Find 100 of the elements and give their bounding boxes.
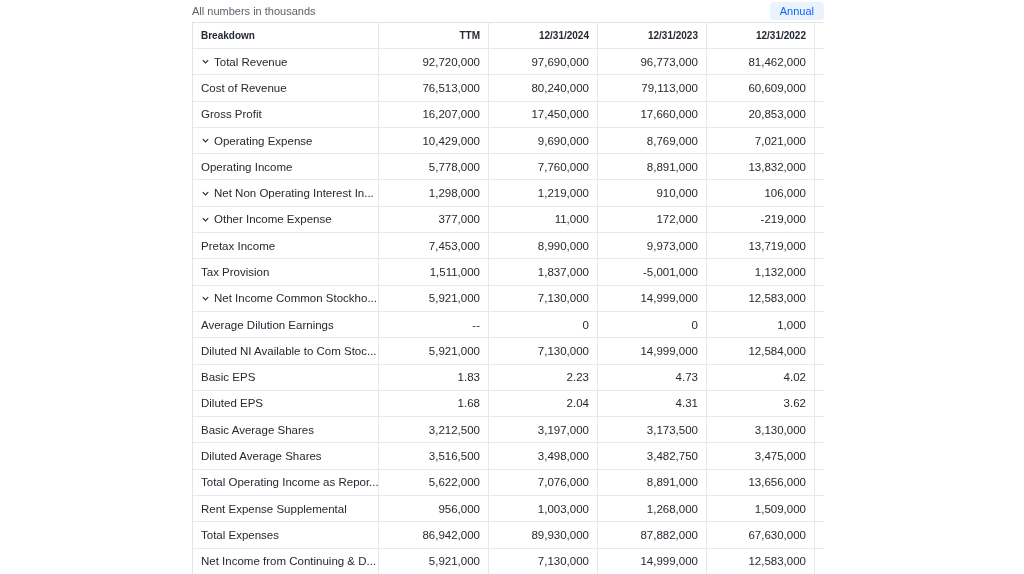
table-cell: 7,021,000	[707, 127, 815, 154]
table-cell: 5,778,000	[379, 154, 489, 180]
table-cell: 377,000	[379, 206, 489, 233]
row-label: Cost of Revenue	[193, 75, 379, 101]
table-cell: 87,882,000	[598, 522, 707, 548]
table-cell: 4.02	[707, 364, 815, 390]
table-cell: 1,000	[707, 311, 815, 338]
table-cell: 86,942,000	[379, 522, 489, 548]
table-cell: 81,462,000	[707, 48, 815, 75]
table-cell: 3,212,500	[379, 417, 489, 443]
table-cell: 8,990,000	[489, 233, 598, 259]
table-cell: 67,630,000	[707, 522, 815, 548]
table-cell: 9,690,000	[489, 127, 598, 154]
row-label[interactable]: Other Income Expense	[193, 206, 379, 233]
table-cell: 0	[598, 311, 707, 338]
table-cell: 92,720,000	[379, 48, 489, 75]
units-caption: All numbers in thousands	[192, 5, 316, 17]
chevron-down-icon[interactable]	[201, 136, 210, 145]
table-cell: 7,130,000	[489, 338, 598, 364]
table-cell: 3,197,000	[489, 417, 598, 443]
table-cell: 11,000	[489, 206, 598, 233]
table-cell: 1,132,000	[707, 259, 815, 285]
row-label[interactable]: Net Income Common Stockho...	[193, 285, 379, 311]
table-cell: 3,516,500	[379, 443, 489, 469]
row-label: Rent Expense Supplemental	[193, 496, 379, 522]
table-cell: 5,921,000	[379, 285, 489, 311]
row-label: Average Dilution Earnings	[193, 311, 379, 338]
row-label: Total Operating Income as Repor...	[193, 469, 379, 495]
row-label: Pretax Income	[193, 233, 379, 259]
table-cell: 14,999,000	[598, 548, 707, 574]
table-cell: 14,999,000	[598, 285, 707, 311]
table-cell: 12,583,000	[707, 548, 815, 574]
table-cell: 7,760,000	[489, 154, 598, 180]
column-header: TTM	[379, 22, 489, 48]
table-cell: 1,837,000	[489, 259, 598, 285]
table-cell: 172,000	[598, 206, 707, 233]
table-cell: 10,429,000	[379, 127, 489, 154]
table-cell: 96,773,000	[598, 48, 707, 75]
row-label: Net Income from Continuing & D...	[193, 548, 379, 574]
table-cell: 4.31	[598, 390, 707, 417]
row-label: Diluted Average Shares	[193, 443, 379, 469]
table-cell: 3,130,000	[707, 417, 815, 443]
table-cell: 5,921,000	[379, 548, 489, 574]
row-label: Operating Income	[193, 154, 379, 180]
table-cell: 1.68	[379, 390, 489, 417]
table-cell: 8,891,000	[598, 154, 707, 180]
table-cell: 910,000	[598, 180, 707, 206]
table-cell: -5,001,000	[598, 259, 707, 285]
table-cell: 3,498,000	[489, 443, 598, 469]
table-cell: 1,268,000	[598, 496, 707, 522]
table-cell: 79,113,000	[598, 75, 707, 101]
table-cell: 7,453,000	[379, 233, 489, 259]
table-cell: 2.04	[489, 390, 598, 417]
table-cell: 60,609,000	[707, 75, 815, 101]
row-label[interactable]: Total Revenue	[193, 48, 379, 75]
row-label[interactable]: Net Non Operating Interest In...	[193, 180, 379, 206]
table-cell: 3,482,750	[598, 443, 707, 469]
table-cell: 14,999,000	[598, 338, 707, 364]
table-cell: -219,000	[707, 206, 815, 233]
table-cell: 2.23	[489, 364, 598, 390]
table-cell: 106,000	[707, 180, 815, 206]
table-cell: 13,719,000	[707, 233, 815, 259]
table-cell: 1,219,000	[489, 180, 598, 206]
table-cell: 1,003,000	[489, 496, 598, 522]
table-cell: 7,076,000	[489, 469, 598, 495]
chevron-down-icon[interactable]	[201, 57, 210, 67]
table-cell: 5,622,000	[379, 469, 489, 495]
table-cell: 97,690,000	[489, 48, 598, 75]
period-button[interactable]: Annual	[769, 2, 824, 20]
table-cell: 3.62	[707, 390, 815, 417]
table-cell: 13,656,000	[707, 469, 815, 495]
table-cell: 12,584,000	[707, 338, 815, 364]
column-header: 12/31/2022	[707, 22, 815, 48]
table-cell: 5,921,000	[379, 338, 489, 364]
table-cell: 8,891,000	[598, 469, 707, 495]
table-cell: 76,513,000	[379, 75, 489, 101]
row-label: Basic EPS	[193, 364, 379, 390]
row-label: Tax Provision	[193, 259, 379, 285]
row-label[interactable]: Operating Expense	[193, 127, 379, 154]
row-label: Diluted EPS	[193, 390, 379, 417]
table-cell: 12,583,000	[707, 285, 815, 311]
table-cell: 7,130,000	[489, 548, 598, 574]
table-cell: 3,173,500	[598, 417, 707, 443]
table-cell: 16,207,000	[379, 101, 489, 127]
table-cell: --	[379, 311, 489, 338]
row-label: Gross Profit	[193, 101, 379, 127]
table-cell: 1,298,000	[379, 180, 489, 206]
table-cell: 80,240,000	[489, 75, 598, 101]
table-cell: 1.83	[379, 364, 489, 390]
table-cell: 17,450,000	[489, 101, 598, 127]
column-header: 12/31/2023	[598, 22, 707, 48]
table-cell: 3,475,000	[707, 443, 815, 469]
table-cell: 20,853,000	[707, 101, 815, 127]
table-cell: 0	[489, 311, 598, 338]
table-cell: 1,509,000	[707, 496, 815, 522]
table-cell: 9,973,000	[598, 233, 707, 259]
table-cell: 956,000	[379, 496, 489, 522]
column-header: 12/31/2024	[489, 22, 598, 48]
row-label: Total Expenses	[193, 522, 379, 548]
table-cell: 4.73	[598, 364, 707, 390]
